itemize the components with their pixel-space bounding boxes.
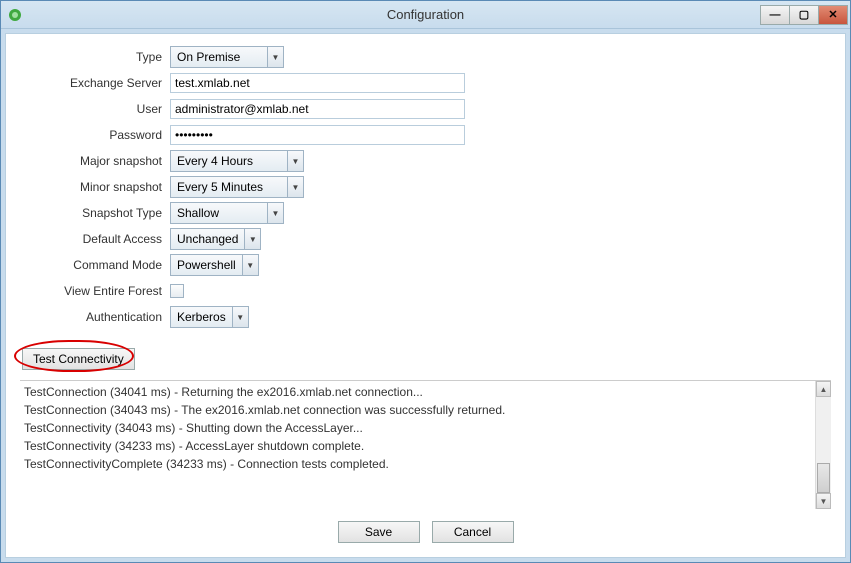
maximize-button[interactable]: ▢: [789, 5, 819, 25]
minor-snapshot-value: Every 5 Minutes: [170, 176, 288, 198]
scroll-up-icon[interactable]: ▲: [816, 381, 831, 397]
type-value: On Premise: [170, 46, 268, 68]
log-line: TestConnection (34041 ms) - Returning th…: [24, 383, 827, 401]
log-lines: TestConnection (34041 ms) - Returning th…: [20, 381, 831, 475]
authentication-select[interactable]: Kerberos ▼: [170, 306, 249, 328]
command-mode-label: Command Mode: [20, 258, 170, 272]
default-access-value: Unchanged: [170, 228, 245, 250]
chevron-down-icon[interactable]: ▼: [268, 46, 284, 68]
chevron-down-icon[interactable]: ▼: [243, 254, 259, 276]
view-entire-forest-checkbox[interactable]: [170, 284, 184, 298]
type-label: Type: [20, 50, 170, 64]
exchange-server-input[interactable]: [170, 73, 465, 93]
chevron-down-icon[interactable]: ▼: [233, 306, 249, 328]
window-title: Configuration: [1, 7, 850, 22]
exchange-server-label: Exchange Server: [20, 76, 170, 90]
test-connectivity-button[interactable]: Test Connectivity: [22, 348, 135, 370]
major-snapshot-select[interactable]: Every 4 Hours ▼: [170, 150, 304, 172]
authentication-value: Kerberos: [170, 306, 233, 328]
minor-snapshot-label: Minor snapshot: [20, 180, 170, 194]
window-controls: — ▢ ✕: [761, 5, 848, 25]
log-line: TestConnectivity (34233 ms) - AccessLaye…: [24, 437, 827, 455]
content-panel: Type On Premise ▼ Exchange Server User: [5, 33, 846, 558]
log-output: TestConnection (34041 ms) - Returning th…: [20, 380, 831, 509]
titlebar: Configuration — ▢ ✕: [1, 1, 850, 29]
chevron-down-icon[interactable]: ▼: [268, 202, 284, 224]
command-mode-select[interactable]: Powershell ▼: [170, 254, 259, 276]
major-snapshot-label: Major snapshot: [20, 154, 170, 168]
snapshot-type-label: Snapshot Type: [20, 206, 170, 220]
scrollbar-thumb[interactable]: [817, 463, 830, 493]
snapshot-type-value: Shallow: [170, 202, 268, 224]
minimize-button[interactable]: —: [760, 5, 790, 25]
configuration-window: Configuration — ▢ ✕ Type On Premise ▼ Ex…: [0, 0, 851, 563]
scroll-down-icon[interactable]: ▼: [816, 493, 831, 509]
close-button[interactable]: ✕: [818, 5, 848, 25]
password-input[interactable]: [170, 125, 465, 145]
authentication-label: Authentication: [20, 310, 170, 324]
view-entire-forest-label: View Entire Forest: [20, 284, 170, 298]
default-access-label: Default Access: [20, 232, 170, 246]
type-select[interactable]: On Premise ▼: [170, 46, 284, 68]
major-snapshot-value: Every 4 Hours: [170, 150, 288, 172]
scrollbar-track[interactable]: [816, 397, 831, 493]
password-label: Password: [20, 128, 170, 142]
minor-snapshot-select[interactable]: Every 5 Minutes ▼: [170, 176, 304, 198]
chevron-down-icon[interactable]: ▼: [288, 150, 304, 172]
test-connectivity-wrap: Test Connectivity: [20, 346, 150, 376]
dialog-buttons: Save Cancel: [20, 509, 831, 547]
user-input[interactable]: [170, 99, 465, 119]
app-icon: [7, 7, 23, 23]
chevron-down-icon[interactable]: ▼: [245, 228, 261, 250]
log-line: TestConnection (34043 ms) - The ex2016.x…: [24, 401, 827, 419]
snapshot-type-select[interactable]: Shallow ▼: [170, 202, 284, 224]
form: Type On Premise ▼ Exchange Server User: [20, 46, 831, 328]
user-label: User: [20, 102, 170, 116]
cancel-button[interactable]: Cancel: [432, 521, 514, 543]
log-line: TestConnectivity (34043 ms) - Shutting d…: [24, 419, 827, 437]
save-button[interactable]: Save: [338, 521, 420, 543]
chevron-down-icon[interactable]: ▼: [288, 176, 304, 198]
log-scrollbar[interactable]: ▲ ▼: [815, 381, 831, 509]
log-line: TestConnectivityComplete (34233 ms) - Co…: [24, 455, 827, 473]
command-mode-value: Powershell: [170, 254, 243, 276]
default-access-select[interactable]: Unchanged ▼: [170, 228, 261, 250]
